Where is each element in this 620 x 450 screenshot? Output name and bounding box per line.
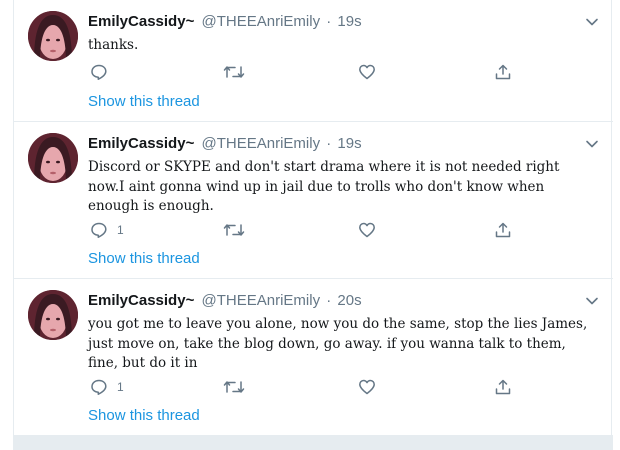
chevron-down-icon[interactable]	[585, 15, 599, 29]
name-suffix: ~	[185, 292, 195, 309]
timeline-feed: EmilyCassidy~ @THEEAnriEmily · 19s thank…	[13, 0, 613, 450]
separator: ·	[326, 292, 332, 309]
show-thread-link[interactable]: Show this thread	[88, 250, 200, 268]
reply-button[interactable]	[90, 62, 117, 82]
tweet-text: you got me to leave you alone, now you d…	[88, 316, 588, 371]
reply-button[interactable]: 1	[90, 377, 124, 397]
share-button[interactable]	[494, 377, 512, 397]
retweet-button[interactable]	[223, 220, 245, 240]
tweet[interactable]: EmilyCassidy~ @THEEAnriEmily · 19s Disco…	[14, 122, 613, 279]
display-name[interactable]: EmilyCassidy	[88, 135, 186, 152]
tweet-text: Discord or SKYPE and don't start drama w…	[88, 159, 560, 214]
tweet-header: EmilyCassidy~ @THEEAnriEmily · 20s	[88, 292, 362, 310]
retweet-icon	[223, 224, 245, 236]
avatar[interactable]	[28, 11, 78, 61]
like-icon	[359, 64, 375, 80]
like-icon	[359, 222, 375, 238]
retweet-button[interactable]	[223, 62, 245, 82]
name-suffix: ~	[185, 13, 195, 30]
retweet-icon	[223, 66, 245, 78]
reply-count: 1	[117, 223, 124, 237]
tweet-header: EmilyCassidy~ @THEEAnriEmily · 19s	[88, 13, 362, 31]
user-handle[interactable]: @THEEAnriEmily	[202, 135, 321, 152]
show-thread-link[interactable]: Show this thread	[88, 93, 200, 111]
timeline-divider	[14, 436, 613, 450]
share-button[interactable]	[494, 220, 512, 240]
timestamp[interactable]: 19s	[337, 135, 361, 152]
separator: ·	[326, 135, 332, 152]
name-suffix: ~	[185, 135, 195, 152]
reply-icon	[91, 64, 107, 80]
share-button[interactable]	[494, 62, 512, 82]
user-handle[interactable]: @THEEAnriEmily	[202, 292, 321, 309]
avatar[interactable]	[28, 290, 78, 340]
tweet-header: EmilyCassidy~ @THEEAnriEmily · 19s	[88, 135, 362, 153]
tweet-actions: 1	[88, 377, 528, 397]
share-icon	[495, 222, 511, 238]
timestamp[interactable]: 19s	[337, 13, 361, 30]
like-button[interactable]	[358, 62, 376, 82]
show-thread-link[interactable]: Show this thread	[88, 407, 200, 425]
chevron-down-icon[interactable]	[585, 137, 599, 151]
retweet-button[interactable]	[223, 377, 245, 397]
share-icon	[495, 379, 511, 395]
like-button[interactable]	[358, 220, 376, 240]
like-icon	[359, 379, 375, 395]
reply-button[interactable]: 1	[90, 220, 124, 240]
reply-icon	[91, 222, 107, 238]
share-icon	[495, 64, 511, 80]
tweet-text: thanks.	[88, 37, 139, 53]
display-name[interactable]: EmilyCassidy	[88, 292, 186, 309]
reply-icon	[91, 379, 107, 395]
reply-count: 1	[117, 380, 124, 394]
separator: ·	[326, 13, 332, 30]
avatar[interactable]	[28, 133, 78, 183]
like-button[interactable]	[358, 377, 376, 397]
display-name[interactable]: EmilyCassidy	[88, 13, 186, 30]
tweet-actions: 1	[88, 220, 528, 240]
tweet[interactable]: EmilyCassidy~ @THEEAnriEmily · 19s thank…	[14, 0, 613, 122]
retweet-icon	[223, 381, 245, 393]
tweet-actions	[88, 62, 528, 82]
timestamp[interactable]: 20s	[337, 292, 361, 309]
user-handle[interactable]: @THEEAnriEmily	[202, 13, 321, 30]
tweet[interactable]: EmilyCassidy~ @THEEAnriEmily · 20s you g…	[14, 279, 613, 436]
chevron-down-icon[interactable]	[585, 294, 599, 308]
